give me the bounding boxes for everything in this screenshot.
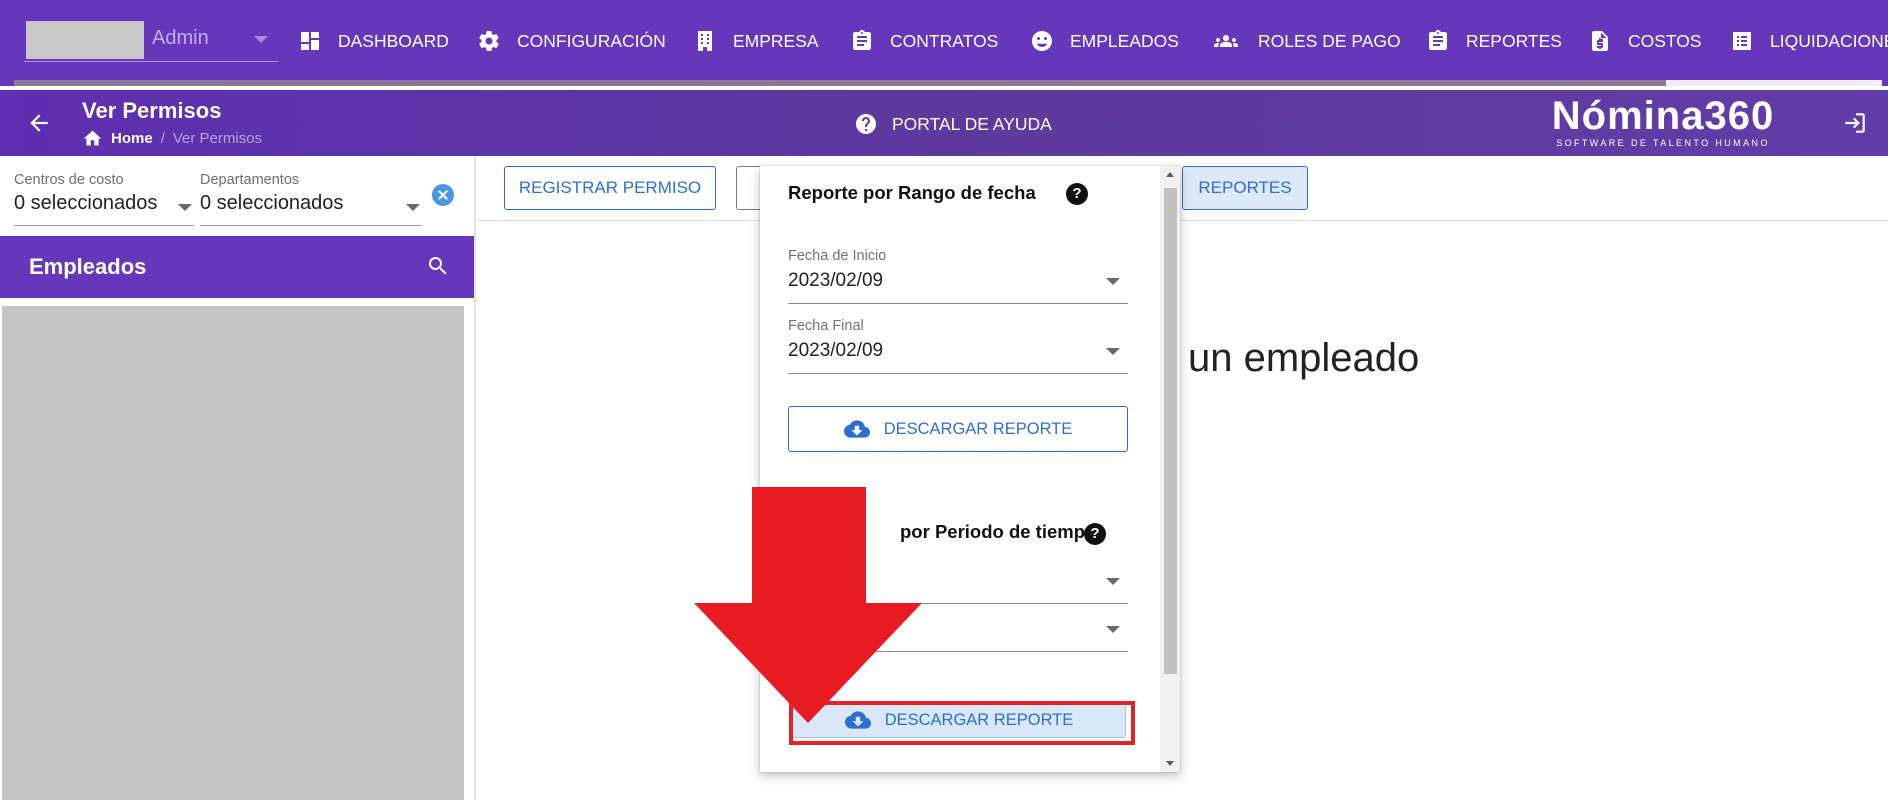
user-menu[interactable]: Admin bbox=[24, 20, 278, 62]
gear-icon bbox=[479, 31, 499, 52]
download-range-report-button[interactable]: DESCARGAR REPORTE bbox=[788, 406, 1128, 452]
page-title: Ver Permisos bbox=[82, 98, 222, 123]
list-icon bbox=[1733, 32, 1751, 50]
brand-tagline: SOFTWARE DE TALENTO HUMANO bbox=[1556, 138, 1770, 148]
building-icon bbox=[698, 31, 712, 51]
nav-scrollbar-thumb[interactable] bbox=[1666, 80, 1882, 86]
nav-roles-de-pago-label: ROLES DE PAGO bbox=[1258, 30, 1401, 51]
panel-scrollbar-thumb[interactable] bbox=[1164, 188, 1177, 674]
chevron-down-icon bbox=[178, 203, 192, 211]
help-circle-icon bbox=[856, 114, 876, 134]
nav-empleados[interactable]: EMPLEADOS bbox=[1030, 24, 1179, 58]
invoice-dollar-icon bbox=[1592, 31, 1608, 51]
help-icon[interactable]: ? bbox=[1066, 183, 1088, 205]
end-date-label: Fecha Final bbox=[788, 318, 864, 334]
annotation-arrow-icon bbox=[694, 487, 922, 723]
help-portal-label: PORTAL DE AYUDA bbox=[892, 113, 1052, 134]
filters-panel: Centros de costo 0 seleccionados Departa… bbox=[0, 156, 474, 236]
start-date-label: Fecha de Inicio bbox=[788, 248, 887, 264]
reports-button[interactable]: REPORTES bbox=[1182, 166, 1308, 210]
departments-select[interactable]: Departamentos 0 seleccionados bbox=[200, 172, 422, 226]
end-date-value: 2023/02/09 bbox=[788, 340, 884, 361]
nav-empresa[interactable]: EMPRESA bbox=[693, 24, 819, 58]
home-icon[interactable] bbox=[82, 128, 103, 149]
breadcrumb-current: Ver Permisos bbox=[172, 130, 263, 147]
nav-liquidaciones-label: LIQUIDACIONE bbox=[1770, 30, 1888, 51]
departments-label: Departamentos bbox=[200, 172, 300, 188]
group-icon bbox=[1214, 35, 1238, 47]
nav-contratos-label: CONTRATOS bbox=[890, 30, 999, 51]
download-range-report-label: DESCARGAR REPORTE bbox=[883, 419, 1073, 438]
cloud-download-icon bbox=[843, 420, 870, 438]
logout-icon[interactable] bbox=[1842, 110, 1868, 136]
start-date-field[interactable]: Fecha de Inicio 2023/02/09 bbox=[788, 248, 1128, 304]
nav-costos-label: COSTOS bbox=[1628, 30, 1702, 51]
cost-centers-label: Centros de costo bbox=[14, 172, 124, 188]
help-portal-link[interactable]: PORTAL DE AYUDA bbox=[854, 112, 1052, 136]
brand-name: Nómina360 bbox=[1551, 94, 1775, 138]
start-date-value: 2023/02/09 bbox=[788, 270, 884, 291]
period-report-title: por Periodo de tiempo bbox=[900, 521, 1097, 542]
employees-title: Empleados bbox=[29, 254, 147, 279]
help-icon[interactable]: ? bbox=[1084, 523, 1106, 545]
nav-configuracion[interactable]: CONFIGURACIÓN bbox=[477, 24, 666, 58]
employees-header: Empleados bbox=[0, 236, 474, 298]
panel-scrollbar[interactable] bbox=[1160, 166, 1180, 772]
dashboard-icon bbox=[301, 32, 319, 50]
chevron-down-icon bbox=[1106, 578, 1120, 585]
app-root: Admin DASHBOARD CONFIGURACIÓN EMPRESA CO… bbox=[0, 0, 1888, 800]
employee-list[interactable] bbox=[2, 306, 464, 800]
clipboard-icon bbox=[853, 30, 871, 50]
scroll-up-icon[interactable] bbox=[1166, 172, 1174, 177]
top-navigation: Admin DASHBOARD CONFIGURACIÓN EMPRESA CO… bbox=[0, 0, 1888, 86]
breadcrumb-separator: / bbox=[160, 130, 165, 147]
nav-configuracion-label: CONFIGURACIÓN bbox=[517, 30, 666, 51]
nav-dashboard-label: DASHBOARD bbox=[338, 30, 449, 51]
nav-empleados-label: EMPLEADOS bbox=[1070, 30, 1179, 51]
back-arrow-icon[interactable] bbox=[26, 110, 52, 136]
nav-liquidaciones[interactable]: LIQUIDACIONE bbox=[1730, 24, 1888, 58]
clipboard-icon bbox=[1429, 30, 1447, 50]
breadcrumb-home[interactable]: Home bbox=[111, 130, 153, 147]
nav-empresa-label: EMPRESA bbox=[733, 30, 819, 51]
nav-reportes-label: REPORTES bbox=[1466, 30, 1562, 51]
page-header: Ver Permisos Home / Ver Permisos PORTAL … bbox=[0, 90, 1888, 156]
nav-contratos[interactable]: CONTRATOS bbox=[850, 24, 998, 58]
chevron-down-icon bbox=[1106, 278, 1120, 285]
nav-scrollbar[interactable] bbox=[14, 80, 1882, 86]
cost-centers-value: 0 seleccionados bbox=[14, 192, 158, 214]
range-report-title: Reporte por Rango de fecha bbox=[788, 182, 1036, 203]
end-date-field[interactable]: Fecha Final 2023/02/09 bbox=[788, 318, 1128, 374]
clear-filters-icon[interactable] bbox=[432, 184, 454, 206]
nav-roles-de-pago[interactable]: ROLES DE PAGO bbox=[1210, 24, 1401, 58]
user-avatar bbox=[26, 21, 144, 59]
user-name: Admin bbox=[152, 27, 209, 49]
chevron-down-icon bbox=[1106, 626, 1120, 633]
nav-dashboard[interactable]: DASHBOARD bbox=[298, 24, 449, 58]
register-permission-button[interactable]: REGISTRAR PERMISO bbox=[504, 166, 716, 210]
nav-costos[interactable]: COSTOS bbox=[1588, 24, 1702, 58]
empty-state-message: un empleado bbox=[1188, 336, 1420, 380]
chevron-down-icon bbox=[254, 36, 268, 43]
cost-centers-select[interactable]: Centros de costo 0 seleccionados bbox=[14, 172, 194, 226]
nav-reportes[interactable]: REPORTES bbox=[1426, 24, 1562, 58]
chevron-down-icon bbox=[406, 203, 420, 211]
face-icon bbox=[1032, 31, 1052, 51]
search-icon[interactable] bbox=[426, 254, 450, 278]
brand-logo: Nómina360 SOFTWARE DE TALENTO HUMANO bbox=[1548, 94, 1778, 150]
toolbar-divider bbox=[476, 220, 1888, 221]
scroll-down-icon[interactable] bbox=[1166, 761, 1174, 766]
chevron-down-icon bbox=[1106, 348, 1120, 355]
breadcrumb: Home / Ver Permisos bbox=[82, 128, 262, 149]
departments-value: 0 seleccionados bbox=[200, 192, 344, 214]
panel-divider bbox=[474, 156, 476, 800]
